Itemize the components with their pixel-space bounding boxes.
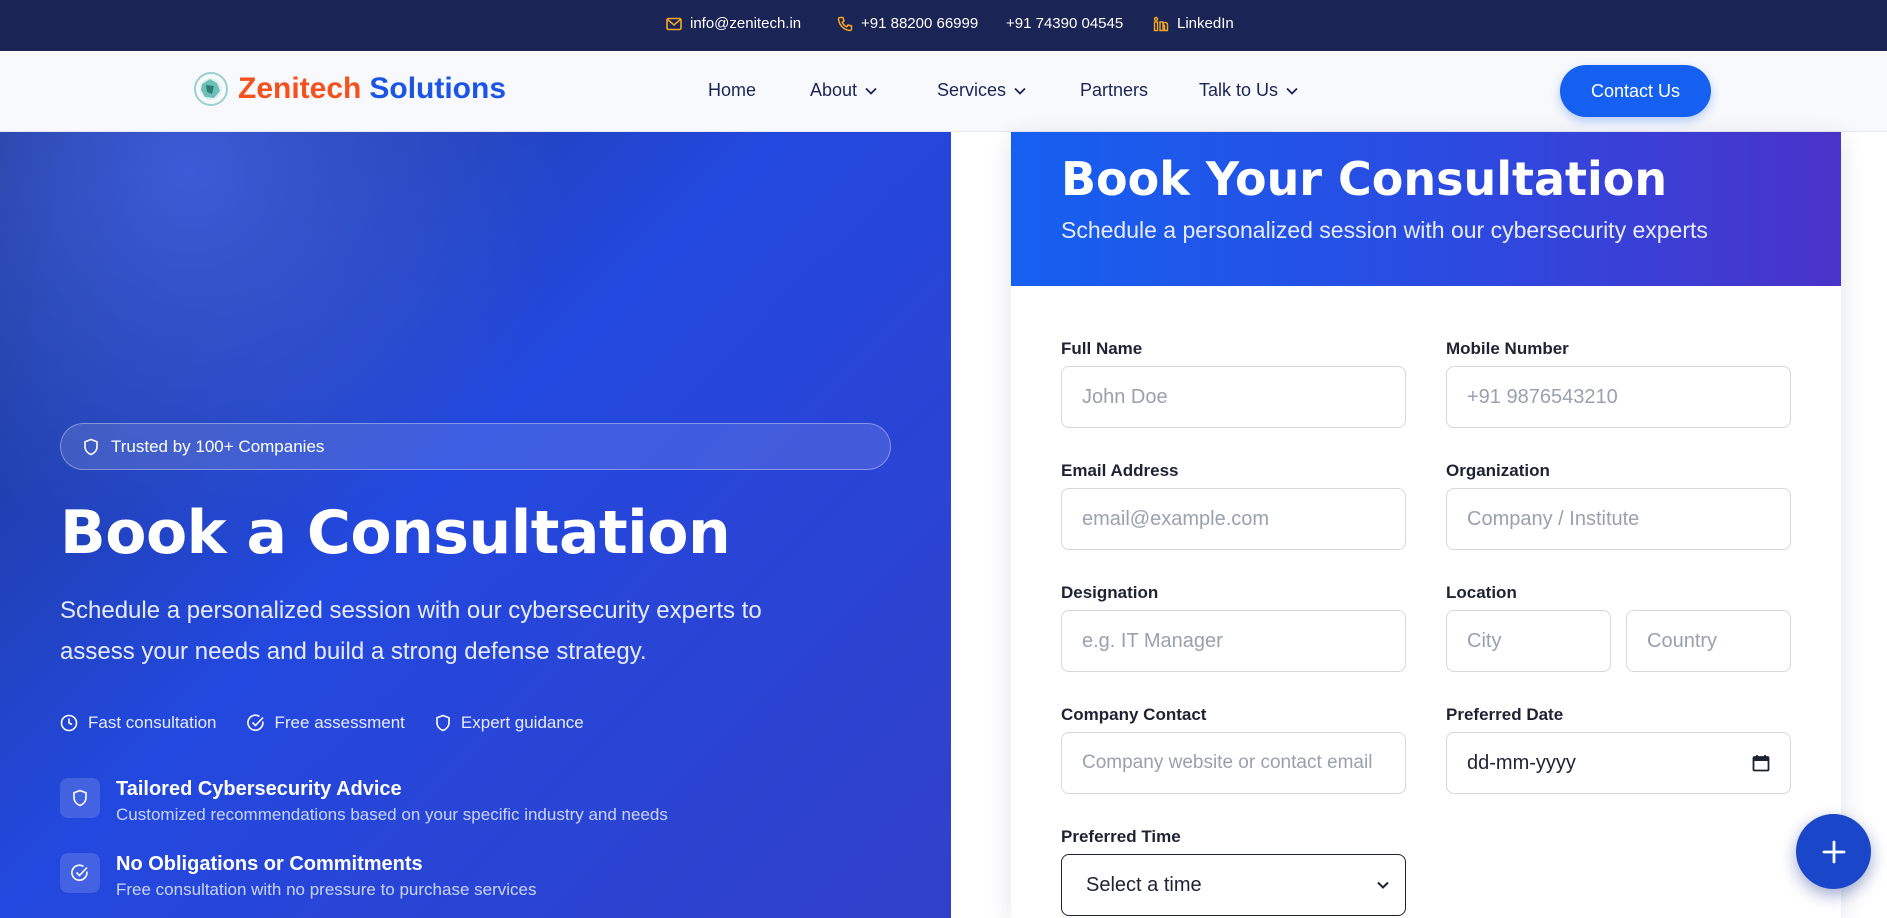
phone-icon [837,16,853,31]
organization-label: Organization [1446,461,1550,480]
nav-services[interactable]: Services [937,80,1026,101]
designation-input[interactable]: e.g. IT Manager [1061,610,1406,672]
nav-talk-to-us[interactable]: Talk to Us [1199,80,1298,101]
nav-partners[interactable]: Partners [1080,80,1148,101]
preferred-date-input[interactable]: dd-mm-yyyy [1446,732,1791,794]
nav-home[interactable]: Home [708,80,756,101]
chevron-down-icon [1286,87,1298,95]
benefit-item: Tailored Cybersecurity Advice Customized… [60,778,668,825]
check-circle-icon [71,864,88,881]
benefit-title: Tailored Cybersecurity Advice [116,778,402,800]
consultation-form-card: Book Your Consultation Schedule a person… [1011,132,1841,918]
linkedin-text: LinkedIn [1177,15,1234,32]
time-selected-value: Select a time [1086,873,1202,896]
form-subtitle: Schedule a personalized session with our… [1061,217,1708,243]
nav-about[interactable]: About [810,80,877,101]
chevron-down-icon [1014,87,1026,95]
preferred-time-label: Preferred Time [1061,827,1181,846]
form-header: Book Your Consultation Schedule a person… [1011,132,1841,286]
nav-home-label: Home [708,80,757,100]
country-input[interactable]: Country [1626,610,1791,672]
mobile-number-input[interactable]: +91 9876543210 [1446,366,1791,428]
topbar-linkedin[interactable]: LinkedIn [1153,15,1234,32]
nav-talk-to-us-label: Talk to Us [1199,80,1279,100]
hero-title: Book a Consultation [60,498,731,568]
main-navbar: Zenitech Solutions Home About Services P… [0,51,1887,132]
benefit-icon-box [60,778,100,818]
full-name-input[interactable]: John Doe [1061,366,1406,428]
form-title: Book Your Consultation [1061,152,1668,206]
feature-item: Expert guidance [435,713,584,733]
topbar-phone-1[interactable]: +91 88200 66999 [837,15,978,32]
topbar-phone-2[interactable]: +91 74390 04545 [1006,15,1123,32]
globe-logo-icon [194,72,228,106]
check-circle-icon [246,714,264,731]
feature-item: Free assessment [246,713,405,733]
contact-us-button[interactable]: Contact Us [1560,65,1711,117]
chevron-down-icon [1377,881,1389,889]
topbar-email[interactable]: info@zenitech.in [666,15,801,32]
shield-icon [436,714,450,732]
brand-name-secondary: Solutions [369,72,507,105]
nav-partners-label: Partners [1080,80,1149,100]
city-input[interactable]: City [1446,610,1611,672]
feature-list: Fast consultation Free assessment Expert… [60,713,584,733]
trust-badge-text: Trusted by 100+ Companies [111,436,325,456]
feature-label: Fast consultation [88,713,217,732]
email-label: Email Address [1061,461,1179,480]
nav-about-label: About [810,80,858,100]
feature-item: Fast consultation [60,713,217,733]
email-text: info@zenitech.in [690,15,802,32]
phone-2-text: +91 74390 04545 [1006,15,1124,32]
company-contact-label: Company Contact [1061,705,1207,724]
benefit-title: No Obligations or Commitments [116,853,423,875]
full-name-label: Full Name [1061,339,1143,358]
phone-1-text: +91 88200 66999 [861,15,979,32]
brand-logo[interactable]: Zenitech Solutions [192,70,506,108]
linkedin-icon [1153,16,1169,31]
feature-label: Free assessment [274,713,405,732]
date-value: dd-mm-yyyy [1467,751,1576,774]
preferred-date-label: Preferred Date [1446,705,1564,724]
designation-label: Designation [1061,583,1159,602]
clock-icon [60,714,78,732]
calendar-icon [1752,755,1770,772]
benefit-item: No Obligations or Commitments Free consu… [60,853,536,900]
hero-section: Trusted by 100+ Companies Book a Consult… [0,132,951,918]
preferred-time-select[interactable]: Select a time [1061,854,1406,916]
feature-label: Expert guidance [460,713,584,732]
benefit-description: Customized recommendations based on your… [116,805,668,824]
floating-plus-button[interactable] [1796,814,1871,889]
shield-icon [84,438,98,455]
mail-icon [666,17,682,30]
nav-services-label: Services [937,80,1007,100]
brand-name-primary: Zenitech [238,72,362,105]
location-label: Location [1446,583,1517,602]
chevron-down-icon [865,87,877,95]
mobile-number-label: Mobile Number [1446,339,1569,358]
plus-icon [1822,840,1845,863]
shield-icon [73,789,87,807]
hero-subtitle: Schedule a personalized session with our… [60,597,762,665]
company-contact-input[interactable]: Company website or contact email [1061,732,1406,794]
benefit-description: Free consultation with no pressure to pu… [116,880,537,899]
benefit-icon-box [60,853,100,893]
trust-badge: Trusted by 100+ Companies [60,423,891,470]
top-contact-bar: info@zenitech.in +91 88200 66999 +91 743… [0,0,1887,51]
email-input[interactable]: email@example.com [1061,488,1406,550]
organization-input[interactable]: Company / Institute [1446,488,1791,550]
